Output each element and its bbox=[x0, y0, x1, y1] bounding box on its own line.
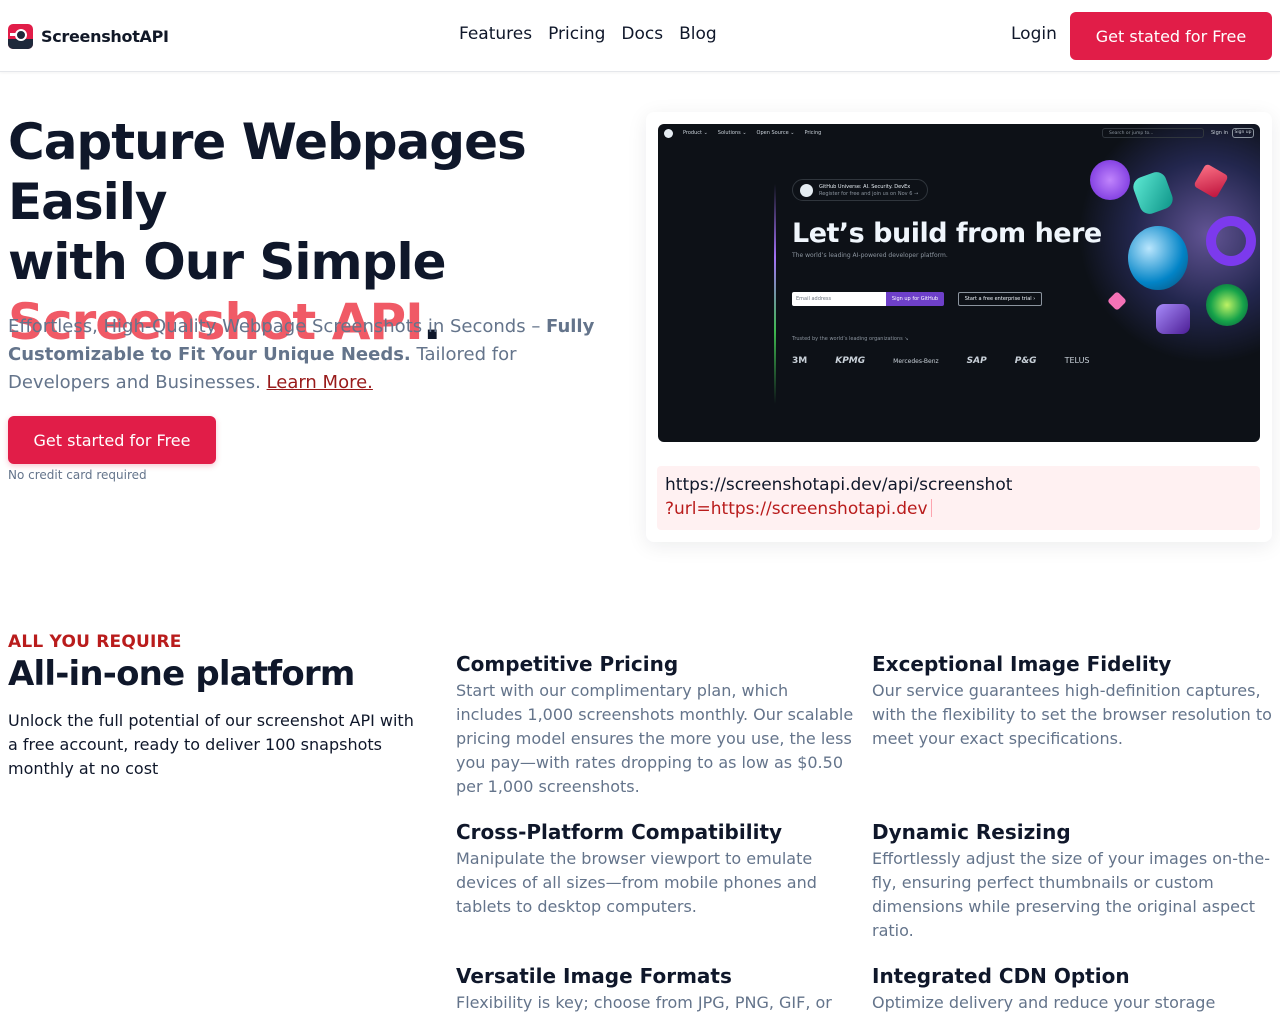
preview-shape bbox=[1206, 284, 1248, 326]
feature-card: Dynamic Resizing Effortlessly adjust the… bbox=[872, 818, 1272, 943]
section-description: Unlock the full potential of our screens… bbox=[8, 711, 414, 778]
top-navbar: ScreenshotAPI Features Pricing Docs Blog… bbox=[0, 0, 1280, 72]
preview-nav-item: Solutions ⌄ bbox=[717, 130, 747, 136]
preview-nav-item: Pricing bbox=[804, 130, 822, 136]
feature-card: Exceptional Image Fidelity Our service g… bbox=[872, 650, 1272, 751]
universe-badge-icon bbox=[800, 184, 813, 197]
preview-nav-item: Open Source ⌄ bbox=[756, 130, 795, 136]
preview-signup-button: Sign up for GitHub bbox=[886, 292, 944, 306]
preview-shape bbox=[1156, 304, 1190, 334]
github-logo-icon bbox=[664, 128, 673, 138]
api-url-example[interactable]: https://screenshotapi.dev/api/screenshot… bbox=[657, 466, 1260, 530]
customer-logo: P&G bbox=[1014, 356, 1037, 366]
preview-timeline-line bbox=[774, 184, 776, 404]
feature-title: Dynamic Resizing bbox=[872, 820, 1071, 844]
preview-trusted-text: Trusted by the world’s leading organizat… bbox=[792, 336, 909, 342]
preview-shape bbox=[1090, 160, 1130, 200]
feature-body: Manipulate the browser viewport to emula… bbox=[456, 849, 817, 916]
feature-body: Start with our complimentary plan, which… bbox=[456, 681, 854, 796]
api-url-base: https://screenshotapi.dev/api/screenshot bbox=[665, 475, 1013, 495]
feature-title: Versatile Image Formats bbox=[456, 964, 732, 988]
feature-title: Competitive Pricing bbox=[456, 652, 679, 676]
feature-title: Integrated CDN Option bbox=[872, 964, 1130, 988]
preview-trial-button: Start a free enterprise trial › bbox=[958, 292, 1042, 306]
nav-link-blog[interactable]: Blog bbox=[679, 24, 717, 44]
hero-title-line2: with Our Simple bbox=[8, 233, 446, 291]
nav-link-docs[interactable]: Docs bbox=[621, 24, 663, 44]
hero-subtitle: Effortless, High-Quality Webpage Screens… bbox=[8, 313, 608, 397]
hero-subtitle-lead: Effortless, High-Quality Webpage Screens… bbox=[8, 316, 547, 337]
learn-more-link[interactable]: Learn More. bbox=[267, 372, 373, 393]
preview-signin: Sign in bbox=[1211, 130, 1229, 136]
main-nav: Features Pricing Docs Blog bbox=[459, 24, 717, 44]
brand-name: ScreenshotAPI bbox=[41, 27, 169, 46]
customer-logo: TELUS bbox=[1064, 356, 1090, 365]
preview-customer-logos: 3M KPMG Mercedes-Benz SAP P&G TELUS bbox=[792, 356, 1090, 366]
preview-search: Search or jump to... bbox=[1102, 128, 1204, 138]
section-title: All-in-one platform bbox=[8, 654, 355, 694]
preview-nav-item: Product ⌄ bbox=[683, 130, 708, 136]
preview-subhead: The world’s leading AI-powered developer… bbox=[792, 252, 948, 259]
preview-badge-line1: GitHub Universe: AI. Security. DevEx bbox=[819, 184, 911, 190]
preview-shape bbox=[1206, 216, 1256, 266]
brand[interactable]: ScreenshotAPI bbox=[8, 24, 169, 49]
customer-logo: Mercedes-Benz bbox=[893, 358, 939, 365]
text-caret bbox=[930, 499, 932, 517]
screenshot-preview-image: Product ⌄ Solutions ⌄ Open Source ⌄ Pric… bbox=[658, 124, 1260, 442]
feature-body: Our service guarantees high-definition c… bbox=[872, 681, 1272, 748]
section-eyebrow: ALL YOU REQUIRE bbox=[8, 632, 182, 652]
get-started-header-button[interactable]: Get stated for Free bbox=[1070, 12, 1272, 60]
customer-logo: 3M bbox=[792, 356, 808, 366]
preview-badge-line2: Register for free and join us on Nov 6 → bbox=[819, 191, 919, 197]
feature-body: Optimize delivery and reduce your storag… bbox=[872, 993, 1216, 1012]
customer-logo: SAP bbox=[966, 356, 987, 366]
preview-badge: GitHub Universe: AI. Security. DevEx Reg… bbox=[792, 179, 928, 201]
feature-card: Competitive Pricing Start with our compl… bbox=[456, 650, 856, 799]
hero-title-line1: Capture Webpages Easily bbox=[8, 113, 527, 231]
feature-card: Versatile Image Formats Flexibility is k… bbox=[456, 962, 856, 1015]
no-credit-card-note: No credit card required bbox=[8, 468, 147, 482]
preview-headline: Let’s build from here bbox=[792, 218, 1102, 249]
get-started-hero-button[interactable]: Get started for Free bbox=[8, 416, 216, 464]
preview-signup: Sign up bbox=[1232, 128, 1254, 138]
feature-card: Integrated CDN Option Optimize delivery … bbox=[872, 962, 1272, 1015]
preview-email-field: Email address bbox=[792, 292, 886, 306]
feature-title: Exceptional Image Fidelity bbox=[872, 652, 1172, 676]
nav-link-features[interactable]: Features bbox=[459, 24, 532, 44]
api-url-param: ?url=https://screenshotapi.dev bbox=[665, 499, 928, 519]
feature-card: Cross-Platform Compatibility Manipulate … bbox=[456, 818, 856, 919]
nav-link-pricing[interactable]: Pricing bbox=[548, 24, 605, 44]
feature-body: Effortlessly adjust the size of your ima… bbox=[872, 849, 1270, 940]
login-link[interactable]: Login bbox=[1011, 24, 1057, 44]
logo-icon bbox=[8, 24, 33, 49]
preview-shape bbox=[1128, 226, 1188, 290]
feature-title: Cross-Platform Compatibility bbox=[456, 820, 783, 844]
feature-body: Flexibility is key; choose from JPG, PNG… bbox=[456, 993, 832, 1012]
customer-logo: KPMG bbox=[835, 356, 866, 366]
screenshot-demo-card: Product ⌄ Solutions ⌄ Open Source ⌄ Pric… bbox=[646, 112, 1272, 542]
